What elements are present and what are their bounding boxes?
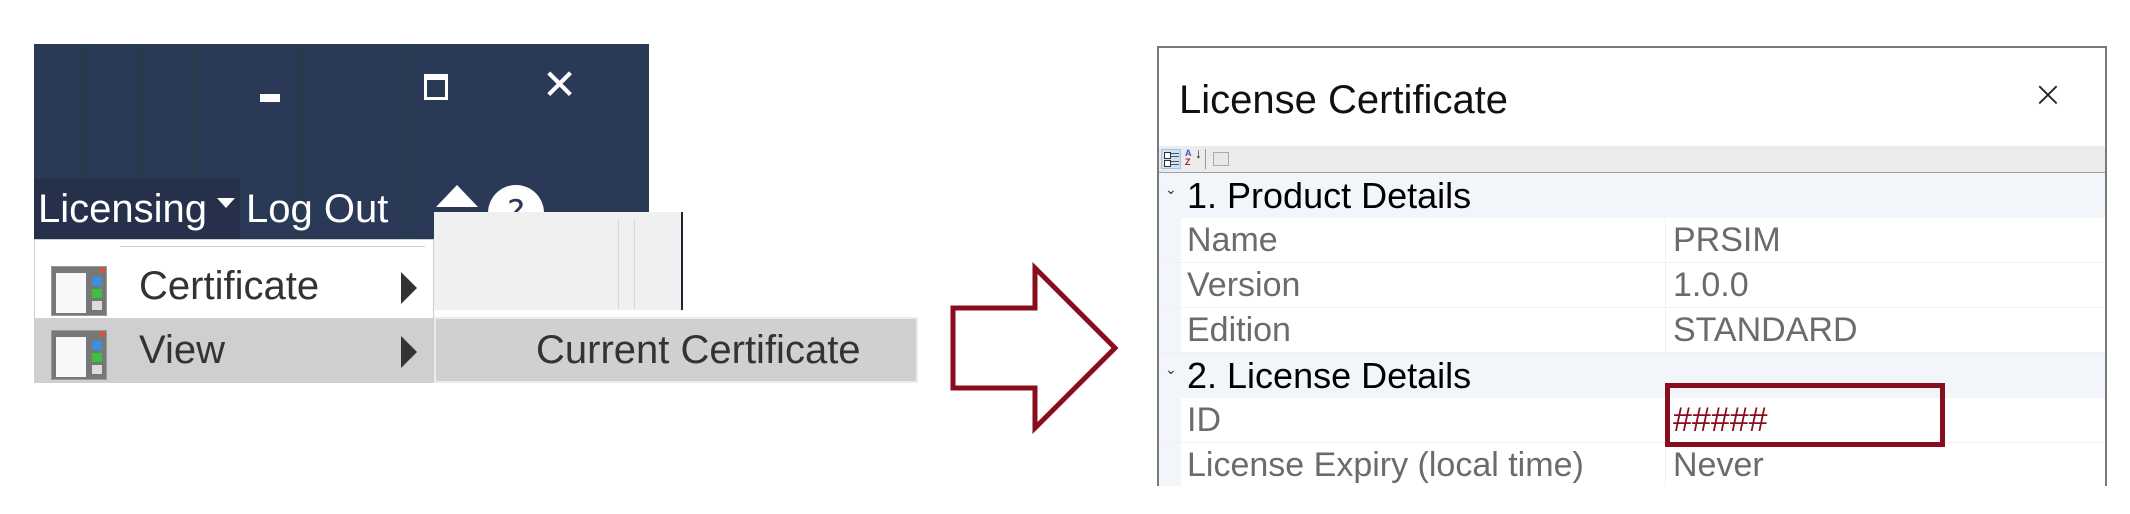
property-row[interactable]: License Expiry (local time) Never: [1159, 443, 2105, 486]
close-dialog-button[interactable]: ×: [2033, 74, 2063, 115]
chevron-down-icon[interactable]: ⌄: [1165, 181, 1177, 198]
right-arrow-icon: [950, 261, 1119, 435]
maximize-button[interactable]: [424, 74, 448, 100]
property-row[interactable]: Version 1.0.0: [1159, 263, 2105, 308]
close-window-button[interactable]: ✕: [542, 64, 577, 106]
property-name: Edition: [1187, 311, 1291, 349]
caret-down-icon: [217, 198, 236, 209]
minimize-button[interactable]: [260, 94, 280, 102]
id-highlight-box: [1665, 383, 1945, 447]
property-value[interactable]: PRSIM: [1673, 218, 1781, 263]
submenu-arrow-icon: [401, 336, 417, 368]
property-value[interactable]: 1.0.0: [1673, 263, 1749, 308]
category-product-details[interactable]: ⌄ 1. Product Details: [1159, 173, 2105, 218]
property-grid-toolbar: A Z ↓: [1159, 146, 2105, 173]
app-content-area: [434, 212, 683, 310]
chevron-down-icon[interactable]: ⌄: [1165, 361, 1177, 378]
certificate-icon: [51, 266, 107, 316]
view-icon: [51, 330, 107, 380]
submenu-item-label: Current Certificate: [536, 328, 861, 372]
property-name: Version: [1187, 266, 1301, 304]
property-value[interactable]: Never: [1673, 443, 1764, 486]
licensing-menu[interactable]: Licensing: [34, 179, 240, 239]
licensing-menu-label: Licensing: [38, 187, 208, 231]
alphabetical-sort-icon[interactable]: A Z ↓: [1185, 146, 1202, 169]
submenu-arrow-icon: [401, 272, 417, 304]
divider: [634, 220, 635, 310]
property-row[interactable]: Edition STANDARD: [1159, 308, 2105, 353]
licensing-dropdown: Certificate View: [34, 239, 434, 383]
menu-item-label: View: [139, 328, 225, 372]
property-name: ID: [1187, 401, 1221, 439]
menu-item-view[interactable]: View: [35, 318, 433, 382]
property-name: Name: [1187, 221, 1278, 259]
dialog-title: License Certificate: [1179, 78, 1509, 122]
categorized-icon[interactable]: [1161, 149, 1181, 169]
property-row[interactable]: ID #####: [1159, 398, 2105, 443]
divider: [618, 220, 619, 310]
submenu-item-current-certificate[interactable]: Current Certificate: [434, 317, 918, 383]
category-label: 2. License Details: [1187, 355, 1472, 396]
property-row[interactable]: Name PRSIM: [1159, 218, 2105, 263]
menu-separator: [120, 246, 425, 247]
toolbar-separator: [1205, 149, 1206, 169]
license-certificate-dialog: License Certificate × A Z ↓ ⌄ 1. Product D…: [1157, 46, 2107, 486]
menu-item-certificate[interactable]: Certificate: [35, 254, 433, 318]
property-value[interactable]: STANDARD: [1673, 308, 1858, 353]
category-license-details[interactable]: ⌄ 2. License Details: [1159, 353, 2105, 398]
property-pages-icon[interactable]: [1213, 152, 1229, 166]
menu-item-label: Certificate: [139, 264, 320, 308]
property-grid: ⌄ 1. Product Details Name PRSIM Version …: [1159, 173, 2105, 486]
property-name: License Expiry (local time): [1187, 446, 1584, 484]
logout-menu[interactable]: Log Out: [246, 179, 388, 239]
category-label: 1. Product Details: [1187, 175, 1472, 216]
